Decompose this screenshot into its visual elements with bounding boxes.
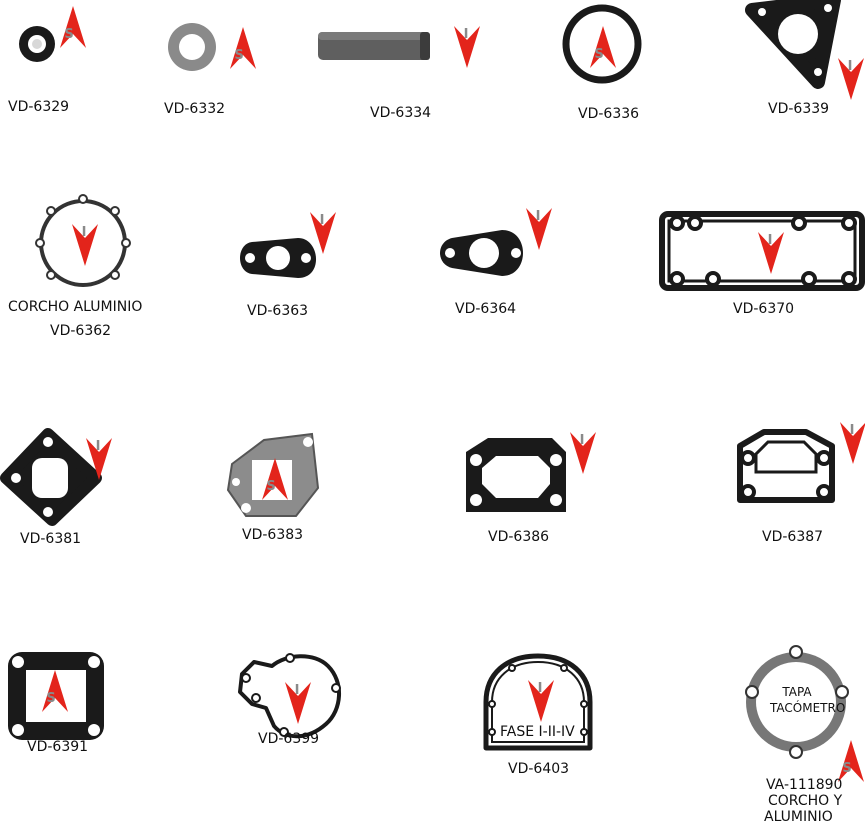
arrow-down-i-marker-icon: I — [758, 232, 784, 274]
product-code: VD-6362 — [50, 323, 112, 339]
marker-letter: S — [46, 691, 55, 706]
arrow-down-i-marker-icon: I — [570, 432, 596, 474]
product-note: CORCHO ALUMINIO — [8, 299, 143, 315]
product-code: VD-6329 — [8, 99, 70, 115]
product-code: VD-6332 — [164, 101, 226, 117]
housing-gasket-icon — [737, 429, 835, 503]
marker-letter: I — [580, 433, 585, 448]
arrow-down-i-marker-icon: I — [838, 58, 864, 100]
marker-letter: I — [850, 423, 855, 438]
marker-letter: I — [768, 233, 773, 248]
product-code: VD-6383 — [242, 527, 304, 543]
arrow-up-s-marker-icon: S — [42, 670, 68, 712]
marker-letter: I — [464, 27, 469, 42]
arrow-up-s-marker-icon: S — [60, 6, 86, 48]
marker-letter: I — [295, 683, 300, 698]
product-code: VD-6336 — [578, 106, 640, 122]
product-code: VD-6363 — [247, 303, 309, 319]
marker-letter: I — [848, 59, 853, 74]
product-code: VD-6334 — [370, 105, 432, 121]
arrow-down-i-marker-icon: I — [72, 224, 98, 266]
product-code: VD-6381 — [20, 531, 82, 547]
product-material: ALUMINIO — [764, 809, 833, 825]
marker-letter: I — [536, 209, 541, 224]
arrow-down-i-marker-icon: I — [454, 26, 480, 68]
product-note: FASE I-II-IV — [498, 724, 577, 740]
marker-letter: S — [234, 48, 243, 63]
product-code: VD-6364 — [455, 301, 517, 317]
product-code: VD-6339 — [768, 101, 830, 117]
product-code: VD-6391 — [27, 739, 89, 755]
product-code: VD-6403 — [508, 761, 570, 777]
arrow-down-i-marker-icon: I — [840, 422, 865, 464]
washer-icon — [168, 23, 216, 71]
pin-icon — [318, 32, 430, 60]
marker-letter: I — [96, 439, 101, 454]
oval-flange-gasket-icon — [440, 230, 523, 276]
arrow-up-s-marker-icon: S — [590, 26, 616, 68]
arrow-down-i-marker-icon: I — [86, 438, 112, 480]
product-note: TAPA TACÓMETRO — [770, 685, 846, 715]
arrow-down-i-marker-icon: I — [310, 212, 336, 254]
marker-letter: I — [538, 681, 543, 696]
arrow-down-i-marker-icon: I — [285, 682, 311, 724]
product-code: VD-6386 — [488, 529, 550, 545]
housing-gasket-icon — [466, 438, 566, 512]
marker-letter: I — [82, 225, 87, 240]
marker-letter: S — [594, 47, 603, 62]
arrow-up-s-marker-icon: S — [230, 27, 256, 69]
marker-letter: S — [64, 27, 73, 42]
marker-letter: I — [320, 213, 325, 228]
product-code: VD-6399 — [258, 731, 320, 747]
arrow-down-i-marker-icon: I — [528, 680, 554, 722]
product-code: VD-6370 — [733, 301, 795, 317]
marker-letter: S — [266, 479, 275, 494]
arrow-down-i-marker-icon: I — [526, 208, 552, 250]
marker-letter: S — [842, 761, 851, 776]
arrow-up-s-marker-icon: S — [262, 458, 288, 500]
product-code: VD-6387 — [762, 529, 824, 545]
